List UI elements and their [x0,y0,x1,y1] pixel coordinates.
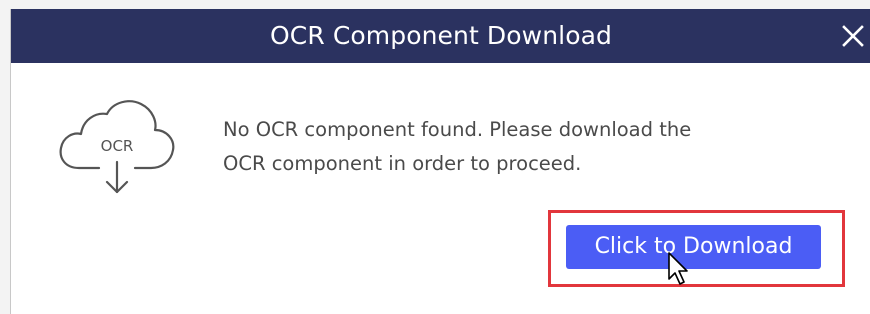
message-line-1: No OCR component found. Please download … [223,118,692,141]
ocr-icon-label: OCR [101,137,134,155]
download-button[interactable]: Click to Download [566,225,821,269]
dialog-titlebar: OCR Component Download [11,9,870,63]
close-button[interactable] [837,20,869,52]
message-line-2: OCR component in order to proceed. [223,152,582,175]
dialog-title: OCR Component Download [269,21,612,50]
cloud-download-icon: OCR [59,100,175,194]
mouse-pointer-icon [668,252,688,285]
close-icon [842,25,864,47]
dialog-message: No OCR component found. Please download … [223,113,823,181]
